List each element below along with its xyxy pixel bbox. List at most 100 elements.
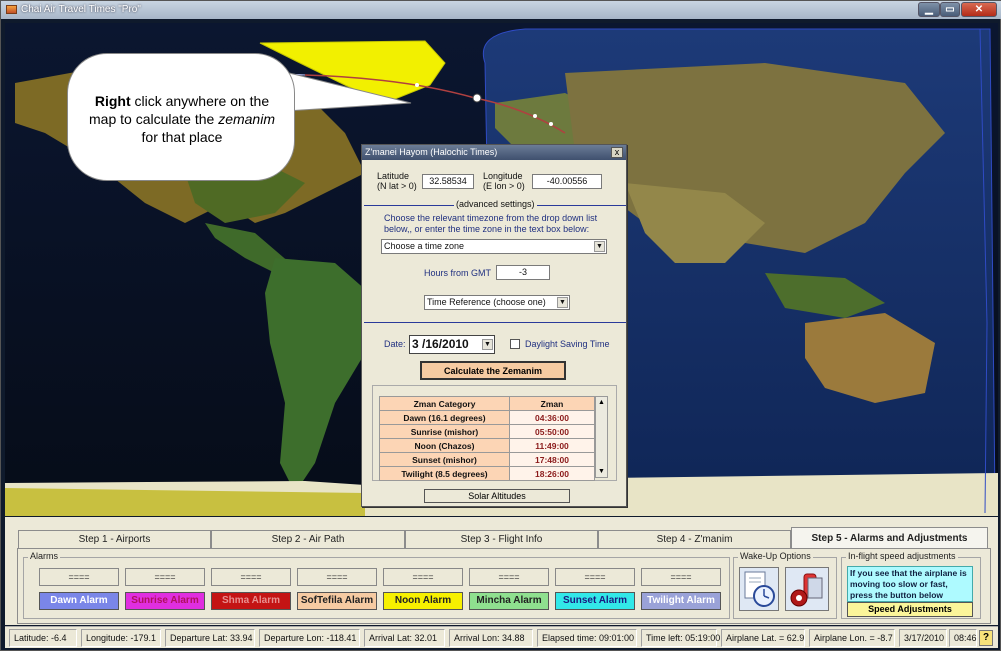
mincha-alarm-display: ==== [469,568,549,586]
longitude-sublabel: (E lon > 0) [483,181,525,191]
table-row[interactable]: Dawn (16.1 degrees) 04:36:00 [379,410,595,425]
latitude-label: Latitude [377,171,410,181]
wakeup-group-label: Wake-Up Options [738,551,813,561]
alarm-settings-graphic [790,573,823,607]
twilight-alarm-display: ==== [641,568,721,586]
dst-checkbox[interactable] [510,339,520,349]
sunset-alarm-display: ==== [555,568,635,586]
speed-adjustments-button[interactable]: Speed Adjustments [847,602,973,617]
timezone-instructions: Choose the relevant timezone from the dr… [384,213,598,234]
sunrise-alarm-display: ==== [125,568,205,586]
table-scrollbar[interactable]: ▲ ▼ [595,396,608,478]
tab-step-1-airports[interactable]: Step 1 - Airports [18,530,211,548]
status-longitude: Longitude: -179.1 [81,629,161,647]
tab-step-5-alarms[interactable]: Step 5 - Alarms and Adjustments [791,527,988,549]
noon-alarm-display: ==== [383,568,463,586]
date-picker-value: 3 /16/2010 [412,337,469,351]
zman-time-cell: 05:50:00 [509,424,595,439]
callout-emphasis: zemanim [218,111,275,127]
zmanim-dialog: Z'manei Hayom (Halochic Times) x Latitud… [361,144,627,507]
table-row[interactable]: Sunset (mishor) 17:48:00 [379,452,595,467]
chevron-down-icon[interactable]: ▼ [557,297,568,308]
twilight-alarm-button[interactable]: Twilight Alarm [641,592,721,610]
chevron-down-icon[interactable]: ▼ [594,241,605,252]
zman-time-cell: 04:36:00 [509,410,595,425]
advanced-settings-label: (advanced settings) [454,199,537,209]
timezone-select-value: Choose a time zone [384,241,465,251]
tab-step-3-flight-info[interactable]: Step 3 - Flight Info [405,530,598,548]
dawn-alarm-button[interactable]: Dawn Alarm [39,592,119,610]
minimize-button[interactable]: ▁ [918,2,940,17]
noon-alarm-button[interactable]: Noon Alarm [383,592,463,610]
dialog-close-button[interactable]: x [611,147,623,158]
table-header-row: Zman Category Zman [379,396,595,411]
callout-tail-text: for that place [141,129,223,145]
tab-step-4-zmanim[interactable]: Step 4 - Z'manim [598,530,791,548]
longitude-input[interactable]: -40.00556 [532,174,602,189]
callout-box: Right click anywhere on the map to calcu… [67,53,295,181]
status-airplane-lat: Airplane Lat. = 62.9 [721,629,805,647]
status-arrival-lon: Arrival Lon: 34.88 [449,629,533,647]
app-icon [6,5,17,14]
zman-time-cell: 18:26:00 [509,466,595,481]
status-time: 08:46 [949,629,977,647]
shma-alarm-button[interactable]: Shma Alarm [211,592,291,610]
col-zman: Zman [509,396,595,411]
time-reference-value: Time Reference (choose one) [427,297,546,307]
alarms-group-label: Alarms [28,551,61,561]
mincha-alarm-button[interactable]: Mincha Alarm [469,592,549,610]
table-row[interactable]: Noon (Chazos) 11:49:00 [379,438,595,453]
callout-text: Right click anywhere on the map to calcu… [82,92,282,146]
status-bar: Latitude: -6.4 Longitude: -179.1 Departu… [5,626,998,648]
help-icon[interactable]: ? [979,630,993,646]
time-reference-select[interactable]: Time Reference (choose one) ▼ [424,295,570,310]
title-bar: Chai Air Travel Times "Pro" ▁ ▭ ✕ [1,1,1001,19]
zman-category-cell: Sunrise (mishor) [379,424,510,439]
zman-category-cell: Noon (Chazos) [379,438,510,453]
date-picker[interactable]: 3 /16/2010 ▼ [409,335,495,354]
col-zman-category: Zman Category [379,396,510,411]
close-button[interactable]: ✕ [961,2,997,17]
clock-icon-graphic [744,571,775,607]
sunrise-alarm-button[interactable]: Sunrise Alarm [125,592,205,610]
latitude-input[interactable]: 32.58534 [422,174,474,189]
gmt-label: Hours from GMT [424,268,492,278]
table-row[interactable]: Sunrise (mishor) 05:50:00 [379,424,595,439]
dst-label: Daylight Saving Time [525,339,610,349]
table-row[interactable]: Twilight (8.5 degrees) 18:26:00 [379,466,595,481]
solar-altitudes-button[interactable]: Solar Altitudes [424,489,570,503]
callout-bold: Right [94,93,131,109]
date-separator [364,322,626,323]
date-label: Date: [384,339,406,349]
softefila-alarm-display: ==== [297,568,377,586]
dialog-title-bar: Z'manei Hayom (Halochic Times) x [362,145,626,160]
zman-category-cell: Twilight (8.5 degrees) [379,466,510,481]
status-elapsed-time: Elapsed time: 09:01:00 [537,629,637,647]
status-departure-lat: Departure Lat: 33.94 [165,629,255,647]
status-arrival-lat: Arrival Lat: 32.01 [364,629,445,647]
window-title: Chai Air Travel Times "Pro" [21,4,141,15]
zman-category-cell: Sunset (mishor) [379,452,510,467]
app-window: Chai Air Travel Times "Pro" ▁ ▭ ✕ Right … [0,0,1001,651]
sunset-alarm-button[interactable]: Sunset Alarm [555,592,635,610]
scroll-up-icon[interactable]: ▲ [596,397,607,408]
dawn-alarm-display: ==== [39,568,119,586]
softefila-alarm-button[interactable]: SofTefila Alarm [297,592,377,610]
latitude-sublabel: (N lat > 0) [377,181,417,191]
status-date: 3/17/2010 [899,629,947,647]
zmanim-table: Zman Category Zman Dawn (16.1 degrees) 04… [379,396,595,481]
speed-group-label: In-flight speed adjustments [846,551,958,561]
maximize-button[interactable]: ▭ [940,2,960,17]
status-departure-lon: Departure Lon: -118.41 [259,629,360,647]
gmt-offset-input[interactable]: -3 [496,265,550,280]
calculate-zemanim-button[interactable]: Calculate the Zemanim [420,361,566,380]
scroll-down-icon[interactable]: ▼ [596,466,607,477]
clock-document-icon[interactable] [739,567,779,611]
status-airplane-lon: Airplane Lon. = -8.7 [809,629,895,647]
chevron-down-icon[interactable]: ▼ [482,339,493,350]
alarm-settings-icon[interactable] [785,567,829,611]
tab-step-2-air-path[interactable]: Step 2 - Air Path [211,530,405,548]
timezone-select[interactable]: Choose a time zone ▼ [381,239,607,254]
zman-category-cell: Dawn (16.1 degrees) [379,410,510,425]
longitude-label: Longitude [483,171,523,181]
